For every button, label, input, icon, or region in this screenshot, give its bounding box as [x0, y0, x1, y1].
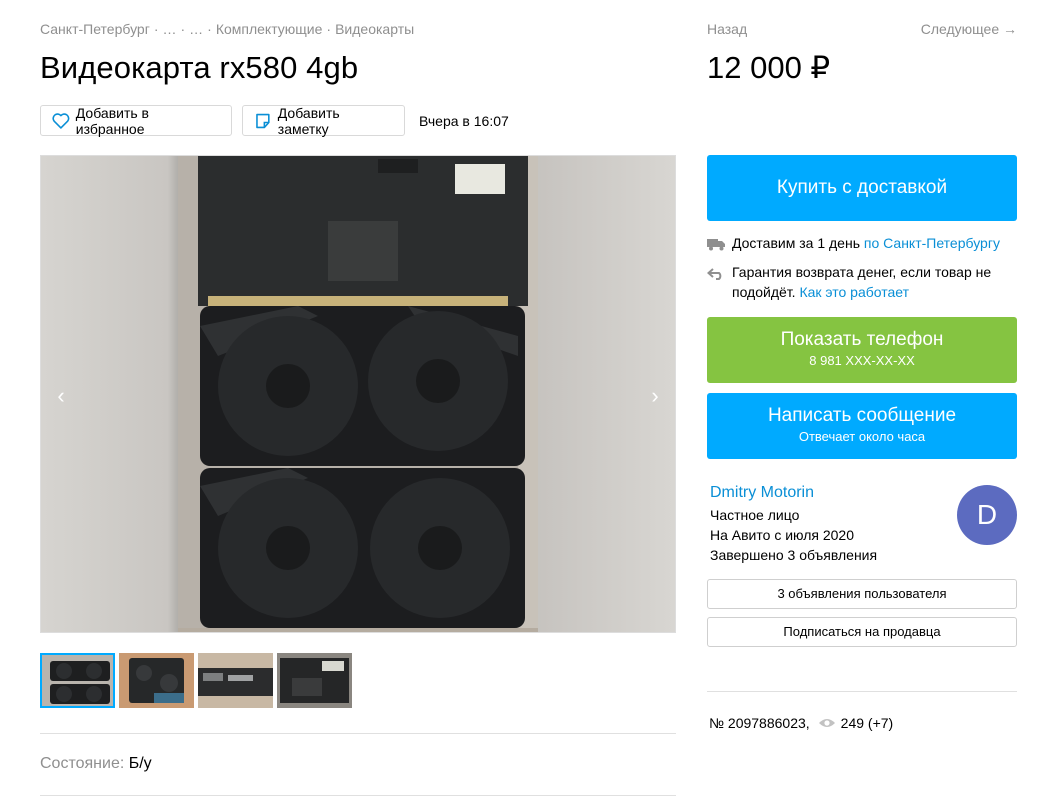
thumbnail[interactable] [198, 653, 273, 708]
show-phone-label: Показать телефон [780, 329, 944, 350]
seller-ads-button[interactable]: 3 объявления пользователя [707, 579, 1017, 609]
main-photo[interactable] [178, 156, 538, 632]
breadcrumb-item[interactable]: … [162, 21, 176, 37]
truck-icon [707, 233, 732, 256]
add-note-label: Добавить заметку [277, 104, 340, 137]
breadcrumb: Санкт-Петербург ·… ·… · Комплектующие · Видеок… [40, 21, 415, 37]
guarantee-info: Гарантия возврата денег, если товар не п… [706, 262, 992, 302]
page-title: Видеокарта rx580 4gb [40, 50, 359, 85]
add-to-favorites-label: Добавить в избранное [75, 104, 149, 137]
thumbnail[interactable] [119, 653, 194, 708]
note-icon [256, 113, 270, 128]
seller-since: На Авито с июля 2020 [710, 527, 854, 543]
gallery-next-arrow[interactable]: › [645, 385, 665, 407]
response-time: Отвечает около часа [798, 429, 926, 444]
divider [707, 691, 1017, 692]
publish-date: Вчера в 16:07 [419, 113, 509, 129]
phone-number-masked: 8 981 XXX-XX-XX [809, 353, 915, 368]
graphics-card-photo-icon [178, 156, 538, 632]
price: 12 000 ₽ [707, 50, 831, 85]
write-message-label: Написать сообщение [767, 405, 957, 426]
buy-with-delivery-button[interactable]: Купить с доставкой [707, 155, 1017, 221]
view-count: 249 (+7) [840, 715, 894, 731]
condition-label: Состояние: [40, 755, 125, 772]
add-note-button[interactable]: Добавить заметку [242, 104, 405, 137]
seller-name-link[interactable]: Dmitry Motorin [710, 484, 814, 502]
how-it-works-link[interactable]: Как это работает [799, 284, 909, 300]
ad-id: № 2097886023, [709, 715, 810, 731]
show-phone-button[interactable]: Показать телефон 8 981 XXX-XX-XX [707, 317, 1017, 383]
breadcrumb-item[interactable]: Видеокарты [335, 21, 414, 37]
back-link[interactable]: Назад [707, 21, 747, 37]
breadcrumb-item[interactable]: Санкт-Петербург [40, 21, 150, 37]
ad-meta: № 2097886023, 249 (+7) [709, 715, 893, 731]
write-message-button[interactable]: Написать сообщение Отвечает около часа [707, 393, 1017, 459]
photo-gallery[interactable]: ‹ › [40, 155, 676, 633]
heart-icon [52, 112, 70, 129]
delivery-info: Доставим за 1 день по Санкт-Петербургу [707, 233, 1000, 256]
thumbnail[interactable] [40, 653, 115, 708]
thumbnail[interactable] [277, 653, 352, 708]
seller-type: Частное лицо [710, 507, 800, 523]
delivery-text: Доставим за 1 день [732, 235, 864, 251]
condition-row: Состояние: Б/у [40, 755, 152, 773]
divider [40, 733, 676, 734]
subscribe-seller-button[interactable]: Подписаться на продавца [707, 617, 1017, 647]
thumbnail-strip [40, 653, 352, 708]
add-to-favorites-button[interactable]: Добавить в избранное [40, 104, 232, 137]
eye-icon [818, 719, 835, 727]
delivery-city-link[interactable]: по Санкт-Петербургу [864, 235, 1000, 251]
next-link[interactable]: Следующее → [921, 21, 1017, 37]
return-arrow-icon [706, 262, 732, 302]
avatar[interactable]: D [957, 485, 1017, 545]
breadcrumb-item[interactable]: … [189, 21, 203, 37]
seller-completed-ads: Завершено 3 объявления [710, 547, 878, 563]
gallery-prev-arrow[interactable]: ‹ [51, 385, 71, 407]
divider [40, 795, 676, 796]
breadcrumb-item[interactable]: Комплектующие [216, 21, 323, 37]
condition-value: Б/у [128, 755, 152, 772]
